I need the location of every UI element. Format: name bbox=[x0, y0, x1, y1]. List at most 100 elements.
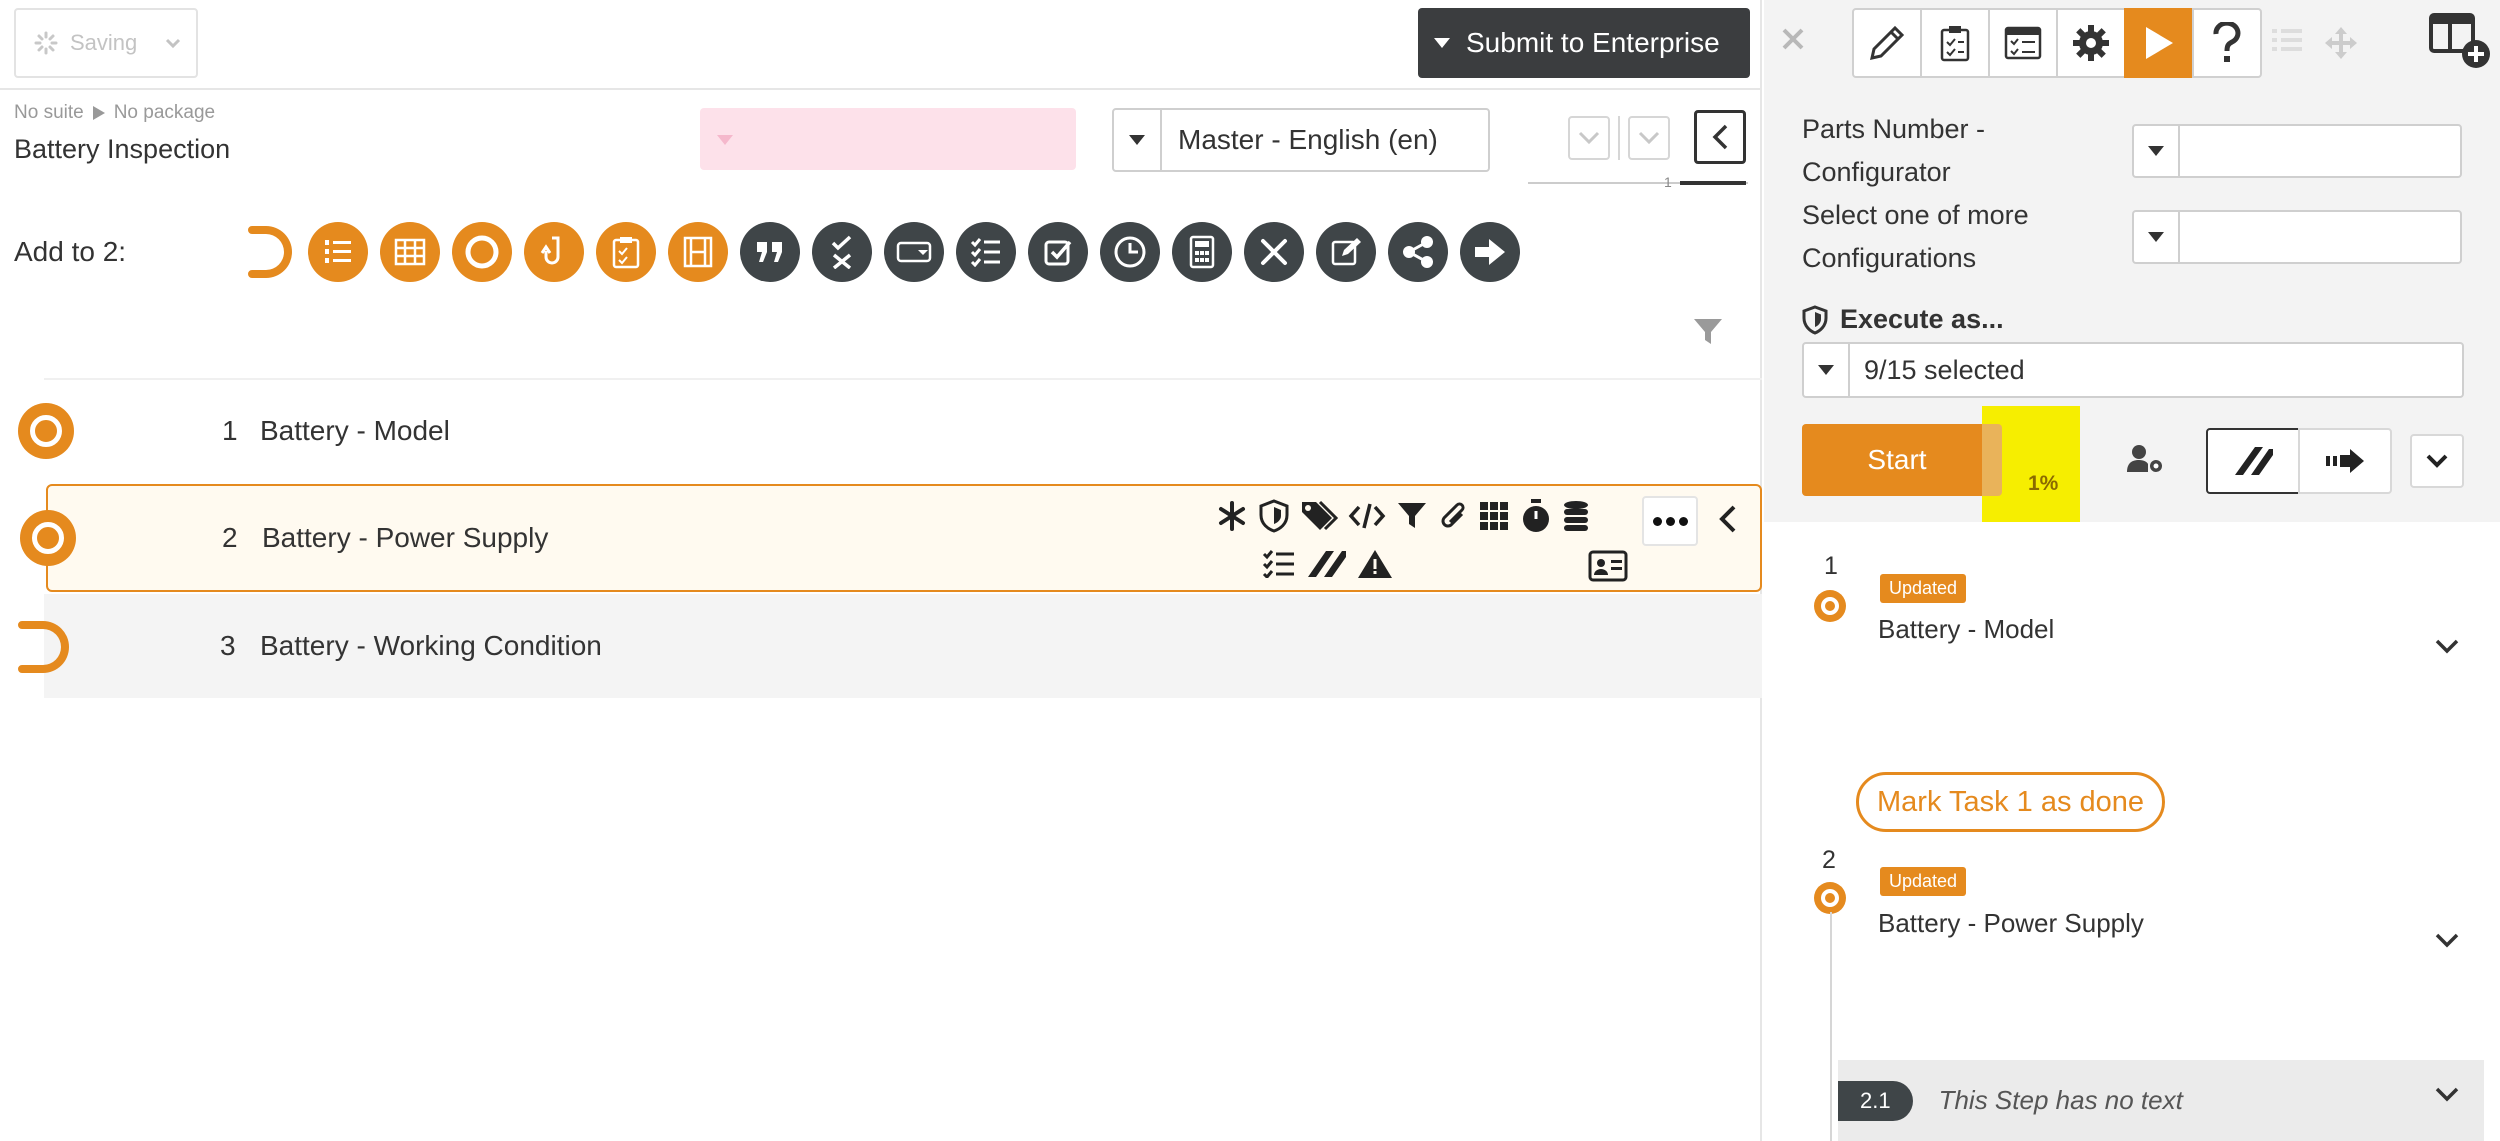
edit-mode-button[interactable] bbox=[1852, 8, 1922, 78]
circle-step-icon[interactable] bbox=[452, 222, 512, 282]
language-select[interactable]: Master - English (en) bbox=[1112, 108, 1490, 172]
dropdown-field-icon[interactable] bbox=[884, 222, 944, 282]
arrow-right-icon[interactable] bbox=[1460, 222, 1520, 282]
stopwatch-icon[interactable] bbox=[1520, 498, 1552, 534]
step-title[interactable]: Battery - Power Supply bbox=[262, 522, 548, 554]
share-icon[interactable] bbox=[1388, 222, 1448, 282]
execute-as-label: Execute as... bbox=[1840, 304, 2004, 334]
pencil-icon bbox=[1870, 25, 1905, 60]
next-button[interactable] bbox=[2298, 428, 2392, 494]
table-icon[interactable] bbox=[380, 222, 440, 282]
user-settings-icon[interactable] bbox=[2126, 444, 2164, 474]
breadcrumb-suite[interactable]: No suite bbox=[14, 102, 84, 124]
configurations-label: Select one of more Configurations bbox=[1802, 200, 2029, 273]
step-title[interactable]: Battery - Model bbox=[260, 415, 450, 447]
signature-edit-icon[interactable] bbox=[1316, 222, 1376, 282]
expand-options-button[interactable] bbox=[2410, 434, 2464, 488]
timeline-line bbox=[1830, 912, 1832, 1141]
step-number: 2 bbox=[222, 522, 238, 553]
checklist-icon[interactable] bbox=[956, 222, 1016, 282]
clock-icon[interactable] bbox=[1100, 222, 1160, 282]
breadcrumb-package[interactable]: No package bbox=[114, 102, 215, 124]
grid-icon[interactable] bbox=[1478, 500, 1510, 532]
updated-badge: Updated bbox=[1880, 574, 1967, 603]
submit-to-enterprise-button[interactable]: Submit to Enterprise bbox=[1418, 8, 1750, 78]
film-icon[interactable] bbox=[668, 222, 728, 282]
step-row[interactable]: 3 Battery - Working Condition bbox=[18, 594, 1762, 698]
version-slider-handle[interactable] bbox=[1680, 181, 1746, 185]
database-icon[interactable] bbox=[1562, 500, 1590, 532]
chevron-down-icon[interactable] bbox=[2434, 1086, 2460, 1102]
sign-off-button[interactable] bbox=[2206, 428, 2300, 494]
tools-icon[interactable] bbox=[1244, 222, 1304, 282]
link-step-icon[interactable] bbox=[524, 222, 584, 282]
signature-icon[interactable] bbox=[1306, 549, 1346, 579]
calculator-icon[interactable] bbox=[1172, 222, 1232, 282]
spinner-icon bbox=[34, 31, 58, 55]
version-prev-button[interactable] bbox=[1568, 116, 1610, 160]
page-title[interactable]: Battery Inspection bbox=[14, 134, 230, 165]
quote-icon[interactable] bbox=[740, 222, 800, 282]
form-mode-button[interactable] bbox=[1988, 8, 2058, 78]
numbered-list-icon[interactable] bbox=[308, 222, 368, 282]
more-options-button[interactable] bbox=[1642, 496, 1698, 546]
dot bbox=[1678, 516, 1688, 526]
checklist-mode-button[interactable] bbox=[1920, 8, 1990, 78]
substep-number: 2.1 bbox=[1838, 1080, 1913, 1121]
step-status-icon bbox=[1814, 882, 1846, 914]
contact-card-icon[interactable] bbox=[1588, 550, 1628, 582]
saving-label: Saving bbox=[70, 30, 138, 55]
step-row[interactable]: 1 Battery - Model bbox=[18, 378, 1762, 482]
tags-icon[interactable] bbox=[1300, 500, 1338, 532]
settings-button[interactable] bbox=[2056, 8, 2126, 78]
add-panel-icon[interactable] bbox=[2428, 12, 2492, 70]
asterisk-icon[interactable] bbox=[1216, 500, 1248, 532]
half-circle-step-icon[interactable] bbox=[236, 222, 296, 282]
language-value: Master - English (en) bbox=[1178, 124, 1438, 155]
close-icon[interactable] bbox=[1778, 24, 1808, 54]
chevron-down-icon bbox=[1638, 131, 1660, 145]
chevron-down-icon bbox=[2426, 454, 2448, 468]
collapse-panel-button[interactable] bbox=[1694, 110, 1746, 164]
substep-row[interactable]: 2.1 This Step has no text bbox=[1838, 1060, 2484, 1141]
code-icon[interactable] bbox=[1348, 501, 1386, 531]
paperclip-icon[interactable] bbox=[1438, 500, 1468, 532]
chevron-down-icon[interactable] bbox=[2434, 932, 2460, 948]
signature-icon bbox=[2235, 447, 2273, 475]
checklist-icon[interactable] bbox=[1262, 550, 1296, 578]
filter-icon[interactable] bbox=[1396, 500, 1428, 532]
help-button[interactable] bbox=[2192, 8, 2262, 78]
mark-task-done-button[interactable]: Mark Task 1 as done bbox=[1856, 772, 2166, 832]
move-icon[interactable] bbox=[2324, 26, 2358, 60]
timeline-step-title[interactable]: Battery - Model bbox=[1878, 614, 2054, 645]
timeline-step-title[interactable]: Battery - Power Supply bbox=[1878, 908, 2144, 939]
execute-as-select[interactable]: 9/15 selected bbox=[1802, 342, 2464, 398]
add-to-label: Add to 2: bbox=[14, 236, 127, 267]
breadcrumb: No suite No package bbox=[14, 102, 215, 124]
filter-icon[interactable] bbox=[1692, 316, 1724, 348]
execute-as-heading: Execute as... bbox=[1802, 304, 2004, 335]
run-mode-button[interactable] bbox=[2124, 8, 2194, 78]
parts-number-select[interactable] bbox=[2132, 124, 2462, 178]
collapse-tools-button[interactable] bbox=[1716, 504, 1738, 534]
start-button[interactable]: Start bbox=[1802, 424, 1992, 496]
clipboard-check-icon[interactable] bbox=[596, 222, 656, 282]
chevron-down-icon[interactable] bbox=[2434, 638, 2460, 654]
saving-status-button[interactable]: Saving bbox=[14, 8, 198, 78]
step-title[interactable]: Battery - Working Condition bbox=[260, 630, 602, 662]
circle-step-icon bbox=[18, 403, 74, 459]
tag-select[interactable] bbox=[700, 108, 1076, 170]
version-next-button[interactable] bbox=[1628, 116, 1670, 160]
configurations-select[interactable] bbox=[2132, 210, 2462, 264]
add-content-toolbar bbox=[236, 222, 1520, 282]
checkbox-icon[interactable] bbox=[1028, 222, 1088, 282]
caret-down-icon bbox=[717, 135, 733, 145]
chevron-down-icon bbox=[1578, 131, 1600, 145]
substep-text: This Step has no text bbox=[1938, 1085, 2183, 1115]
play-icon bbox=[2146, 27, 2173, 59]
list-icon[interactable] bbox=[2270, 26, 2304, 54]
pass-fail-icon[interactable] bbox=[812, 222, 872, 282]
circle-step-icon bbox=[20, 510, 76, 566]
shield-icon[interactable] bbox=[1258, 499, 1290, 533]
warning-icon[interactable] bbox=[1356, 548, 1394, 580]
